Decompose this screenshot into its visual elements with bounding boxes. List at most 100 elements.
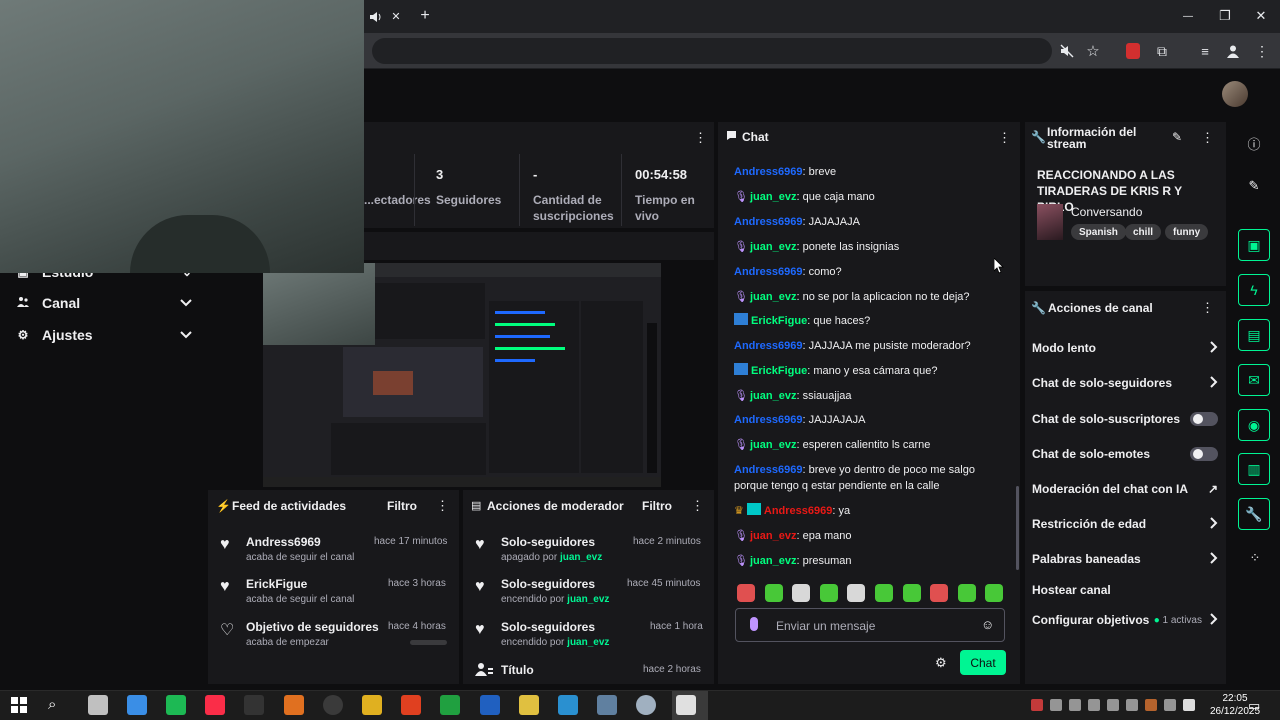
system-tray-icon[interactable] [1050,699,1062,711]
emote-icon[interactable] [792,584,811,602]
emoji-icon[interactable]: ☺ [981,617,994,632]
emote-icon[interactable] [985,584,1004,602]
taskbar-app-icon[interactable] [362,695,382,715]
toggle-switch[interactable] [1190,447,1218,461]
taskbar-app-icon[interactable] [166,695,186,715]
taskbar-app-icon[interactable] [636,695,656,715]
chevron-right-icon[interactable] [1210,375,1218,391]
sidebar-item-ajustes[interactable]: ⚙ Ajustes [16,321,192,349]
more-options-icon[interactable]: ⋮ [694,130,707,146]
channel-action-item[interactable]: Chat de solo-emotes [1032,444,1218,464]
taskbar-app-icon[interactable] [401,695,421,715]
muted-icon[interactable] [1058,42,1076,60]
taskbar-app-icon[interactable] [323,695,343,715]
chat-send-button[interactable]: Chat [960,650,1006,675]
taskbar-app-icon[interactable] [205,695,225,715]
external-link-icon[interactable]: ↗ [1208,482,1218,496]
tab-close-icon[interactable]: ✕ [388,8,404,24]
more-options-icon[interactable]: ⋮ [436,498,449,514]
chat-username[interactable]: juan_evz [750,555,796,567]
emote-icon[interactable] [764,584,783,602]
chat-username[interactable]: Andress6969 [734,166,803,178]
tag-funny[interactable]: funny [1165,224,1209,240]
mic-badge-icon[interactable]: 🎙 [734,553,748,567]
channel-action-item[interactable]: Chat de solo-seguidores [1032,373,1218,393]
chat-input[interactable]: Enviar un mensaje ☺ [735,608,1005,642]
channel-action-item[interactable]: Moderación del chat con IA ↗ [1032,479,1218,499]
chat-username[interactable]: juan_evz [750,241,796,253]
badge-icon[interactable] [746,503,761,515]
sidebar-item-canal[interactable]: Canal [16,289,192,317]
chevron-right-icon[interactable] [1210,516,1218,532]
more-options-icon[interactable]: ⋮ [691,498,704,514]
chat-username[interactable]: juan_evz [750,390,796,402]
taskbar-app-icon[interactable] [597,695,617,715]
browser-menu-icon[interactable]: ⋮ [1254,42,1270,60]
chevron-right-icon[interactable] [1210,551,1218,567]
chat-username[interactable]: juan_evz [750,530,796,542]
chat-username[interactable]: Andress6969 [734,266,803,278]
rail-chat-icon[interactable]: ✉ [1238,364,1270,396]
system-tray-icon[interactable] [1107,699,1119,711]
badge-icon[interactable] [734,313,748,325]
chat-settings-gear-icon[interactable]: ⚙ [935,655,947,671]
window-close-button[interactable]: ✕ [1252,7,1270,25]
channel-action-item[interactable]: Chat de solo-suscriptores [1032,409,1218,429]
taskbar-app-icon[interactable] [440,695,460,715]
system-tray-icon[interactable] [1183,699,1195,711]
chat-username[interactable]: juan_evz [750,439,796,451]
chat-username[interactable]: Andress6969 [734,216,803,228]
emote-icon[interactable] [957,584,976,602]
channel-action-item[interactable]: Restricción de edad [1032,514,1218,534]
tag-chill[interactable]: chill [1125,224,1162,240]
windows-start-icon[interactable] [11,697,27,713]
window-maximize-button[interactable]: ❐ [1216,7,1234,25]
chat-username[interactable]: juan_evz [750,191,796,203]
badge-icon[interactable] [734,363,748,375]
chat-username[interactable]: Andress6969 [764,505,833,517]
rail-broadcast-icon[interactable]: ◉ [1238,409,1270,441]
mic-badge-icon[interactable]: 🎙 [734,289,748,303]
rail-lightning-icon[interactable]: ϟ [1238,274,1270,306]
chevron-right-icon[interactable] [1210,340,1218,356]
rail-wrench-icon[interactable]: 🔧 [1238,498,1270,530]
new-tab-button[interactable]: + [416,6,434,26]
emote-icon[interactable] [930,584,949,602]
filter-button[interactable]: Filtro [642,499,672,513]
url-field[interactable] [372,38,1052,64]
window-minimize-button[interactable]: — [1178,8,1198,24]
chat-username[interactable]: juan_evz [750,291,796,303]
more-options-icon[interactable]: ⋮ [998,130,1011,146]
crown-badge-icon[interactable]: ♛ [734,505,744,517]
emote-icon[interactable] [902,584,921,602]
mic-badge-icon[interactable]: 🎙 [734,388,748,402]
more-options-icon[interactable]: ⋮ [1201,300,1214,316]
info-icon[interactable]: ⓘ [1243,134,1265,152]
edit-pencil-icon[interactable]: ✎ [1243,178,1265,194]
rail-screen-capture-icon[interactable]: ▣ [1238,229,1270,261]
system-tray-icon[interactable] [1069,699,1081,711]
rail-layout-icon[interactable]: ▥ [1238,453,1270,485]
rail-document-icon[interactable]: ▤ [1238,319,1270,351]
chat-username[interactable]: ErickFigue [751,365,807,377]
taskbar-app-icon[interactable] [88,695,108,715]
chat-username[interactable]: Andress6969 [734,464,803,476]
bookmark-star-icon[interactable]: ☆ [1084,42,1102,60]
taskbar-app-icon[interactable] [519,695,539,715]
emote-icon[interactable] [737,584,755,602]
taskbar-app-icon[interactable] [244,695,264,715]
channel-action-item[interactable]: Modo lento [1032,338,1218,358]
media-control-icon[interactable]: ≡ [1196,42,1214,60]
tag-spanish[interactable]: Spanish [1071,224,1126,240]
mic-badge-icon[interactable]: 🎙 [734,528,748,542]
toggle-switch[interactable] [1190,412,1218,426]
channel-action-item[interactable]: Hostear canal [1032,580,1218,600]
chat-scrollbar[interactable] [1016,486,1019,570]
taskbar-app-icon[interactable] [480,695,500,715]
system-tray-icon[interactable] [1164,699,1176,711]
search-icon[interactable]: ⌕ [48,696,56,713]
mic-badge-icon[interactable]: 🎙 [734,437,748,451]
emote-icon[interactable] [819,584,838,602]
channel-action-item[interactable]: Configurar objetivos ● 1 activas [1032,610,1218,630]
system-tray-icon[interactable] [1031,699,1043,711]
